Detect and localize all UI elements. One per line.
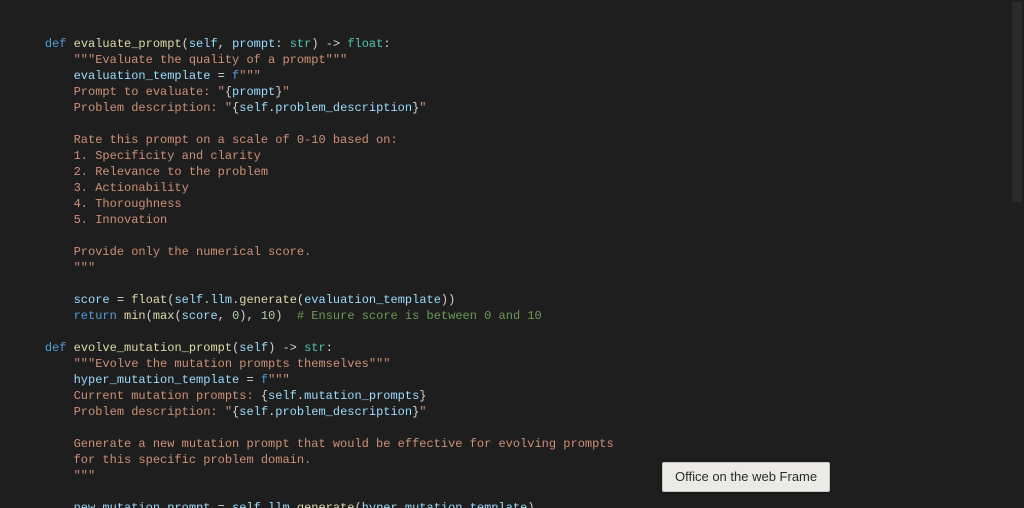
code-line — [16, 228, 1024, 244]
code-line: Prompt to evaluate: "{prompt}" — [16, 84, 1024, 100]
code-line: 3. Actionability — [16, 180, 1024, 196]
scrollbar-thumb[interactable] — [1012, 2, 1022, 202]
code-line: 2. Relevance to the problem — [16, 164, 1024, 180]
code-line: new_mutation_prompt = self.llm.generate(… — [16, 500, 1024, 508]
code-line: Problem description: "{self.problem_desc… — [16, 100, 1024, 116]
code-line: Current mutation prompts: {self.mutation… — [16, 388, 1024, 404]
code-line — [16, 116, 1024, 132]
code-line: return min(max(score, 0), 10) # Ensure s… — [16, 308, 1024, 324]
code-content: def evaluate_prompt(self, prompt: str) -… — [16, 36, 1024, 508]
code-line: score = float(self.llm.generate(evaluati… — [16, 292, 1024, 308]
code-line — [16, 276, 1024, 292]
code-line — [16, 420, 1024, 436]
vertical-scrollbar[interactable] — [1010, 0, 1024, 508]
iframe-tooltip: Office on the web Frame — [662, 462, 830, 492]
code-line: evaluation_template = f""" — [16, 68, 1024, 84]
code-line: """Evaluate the quality of a prompt""" — [16, 52, 1024, 68]
code-line: hyper_mutation_template = f""" — [16, 372, 1024, 388]
code-editor[interactable]: def evaluate_prompt(self, prompt: str) -… — [0, 0, 1024, 508]
code-line: Rate this prompt on a scale of 0-10 base… — [16, 132, 1024, 148]
code-line — [16, 324, 1024, 340]
code-line — [16, 484, 1024, 500]
code-line: 5. Innovation — [16, 212, 1024, 228]
code-line: def evaluate_prompt(self, prompt: str) -… — [16, 36, 1024, 52]
code-line: Provide only the numerical score. — [16, 244, 1024, 260]
code-line: Generate a new mutation prompt that woul… — [16, 436, 1024, 452]
code-line: Problem description: "{self.problem_desc… — [16, 404, 1024, 420]
code-line: for this specific problem domain. — [16, 452, 1024, 468]
code-line: 1. Specificity and clarity — [16, 148, 1024, 164]
code-line: """Evolve the mutation prompts themselve… — [16, 356, 1024, 372]
code-line: """ — [16, 468, 1024, 484]
code-line: 4. Thoroughness — [16, 196, 1024, 212]
code-line: def evolve_mutation_prompt(self) -> str: — [16, 340, 1024, 356]
code-line: """ — [16, 260, 1024, 276]
